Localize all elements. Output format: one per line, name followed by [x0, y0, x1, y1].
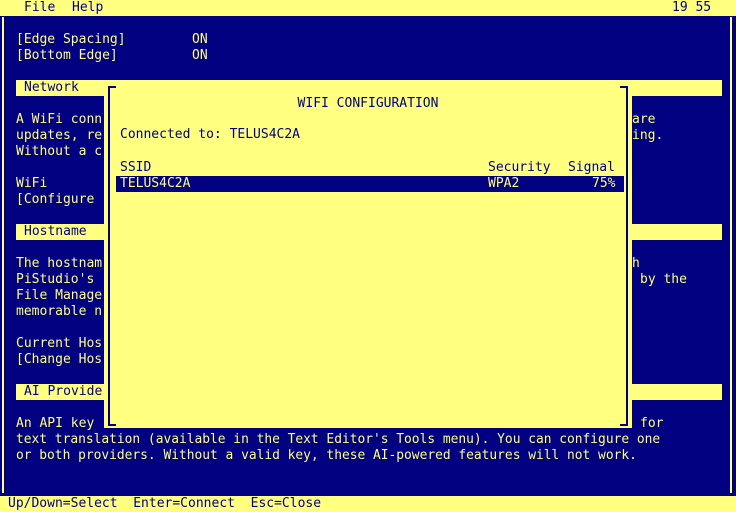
configure-wifi-button[interactable]: [Configure [16, 192, 94, 208]
file-menu[interactable]: File [24, 0, 55, 16]
network-ssid: TELUS4C2A [120, 176, 191, 191]
edge-spacing-toggle[interactable]: [Edge Spacing] [16, 32, 126, 48]
ssid-column-header: SSID [120, 160, 152, 175]
hostname-section-title: Hostname [24, 224, 87, 239]
network-section-title: Network [24, 80, 79, 95]
wifi-label: WiFi [16, 176, 48, 191]
clock: 19 55 [672, 0, 712, 15]
hostname-desc-line: h [632, 256, 640, 271]
status-bar: Up/Down=Select Enter=Connect Esc=Close [0, 496, 736, 512]
ai-desc-line: for [640, 416, 664, 431]
hostname-desc-line: File Manage [16, 288, 103, 303]
current-hostname-label: Current Hos [16, 336, 103, 351]
ai-section-title: AI Provide [24, 384, 103, 399]
dialog-title: WIFI CONFIGURATION [297, 96, 439, 111]
hostname-desc-line: PiStudio's [16, 272, 95, 287]
ai-desc-line: text translation (available in the Text … [16, 432, 661, 447]
network-security: WPA2 [488, 176, 520, 191]
help-menu[interactable]: Help [72, 0, 103, 16]
signal-column-header: Signal [568, 160, 615, 175]
network-desc-line: are [632, 112, 656, 127]
hostname-desc-line: by the [640, 272, 687, 287]
key-hints: Up/Down=Select Enter=Connect Esc=Close [8, 496, 322, 511]
frame-left-border [2, 17, 4, 493]
network-row[interactable]: TELUS4C2A WPA2 75% [116, 176, 624, 192]
hostname-desc-line: The hostnam [16, 256, 103, 271]
frame-right-border [730, 17, 732, 493]
network-signal: 75% [592, 176, 616, 191]
connected-status: Connected to: TELUS4C2A [120, 127, 301, 142]
network-desc-line: Without a c [16, 144, 103, 159]
wifi-config-dialog: WIFI CONFIGURATION Connected to: TELUS4C… [104, 84, 632, 428]
edge-spacing-value: ON [192, 32, 208, 47]
menu-bar: File Help 19 55 [0, 0, 736, 16]
network-desc-line: A WiFi conn [16, 112, 103, 127]
security-column-header: Security [488, 160, 551, 175]
hostname-desc-line: memorable n [16, 304, 103, 319]
ai-desc-line: or both providers. Without a valid key, … [16, 448, 637, 463]
network-desc-line: ing. [632, 128, 664, 143]
change-hostname-button[interactable]: [Change Hos [16, 352, 102, 368]
bottom-edge-toggle[interactable]: [Bottom Edge] [16, 48, 118, 64]
ai-desc-line: An API key [16, 416, 95, 431]
bottom-edge-value: ON [192, 48, 208, 63]
network-desc-line: updates, re [16, 128, 103, 143]
